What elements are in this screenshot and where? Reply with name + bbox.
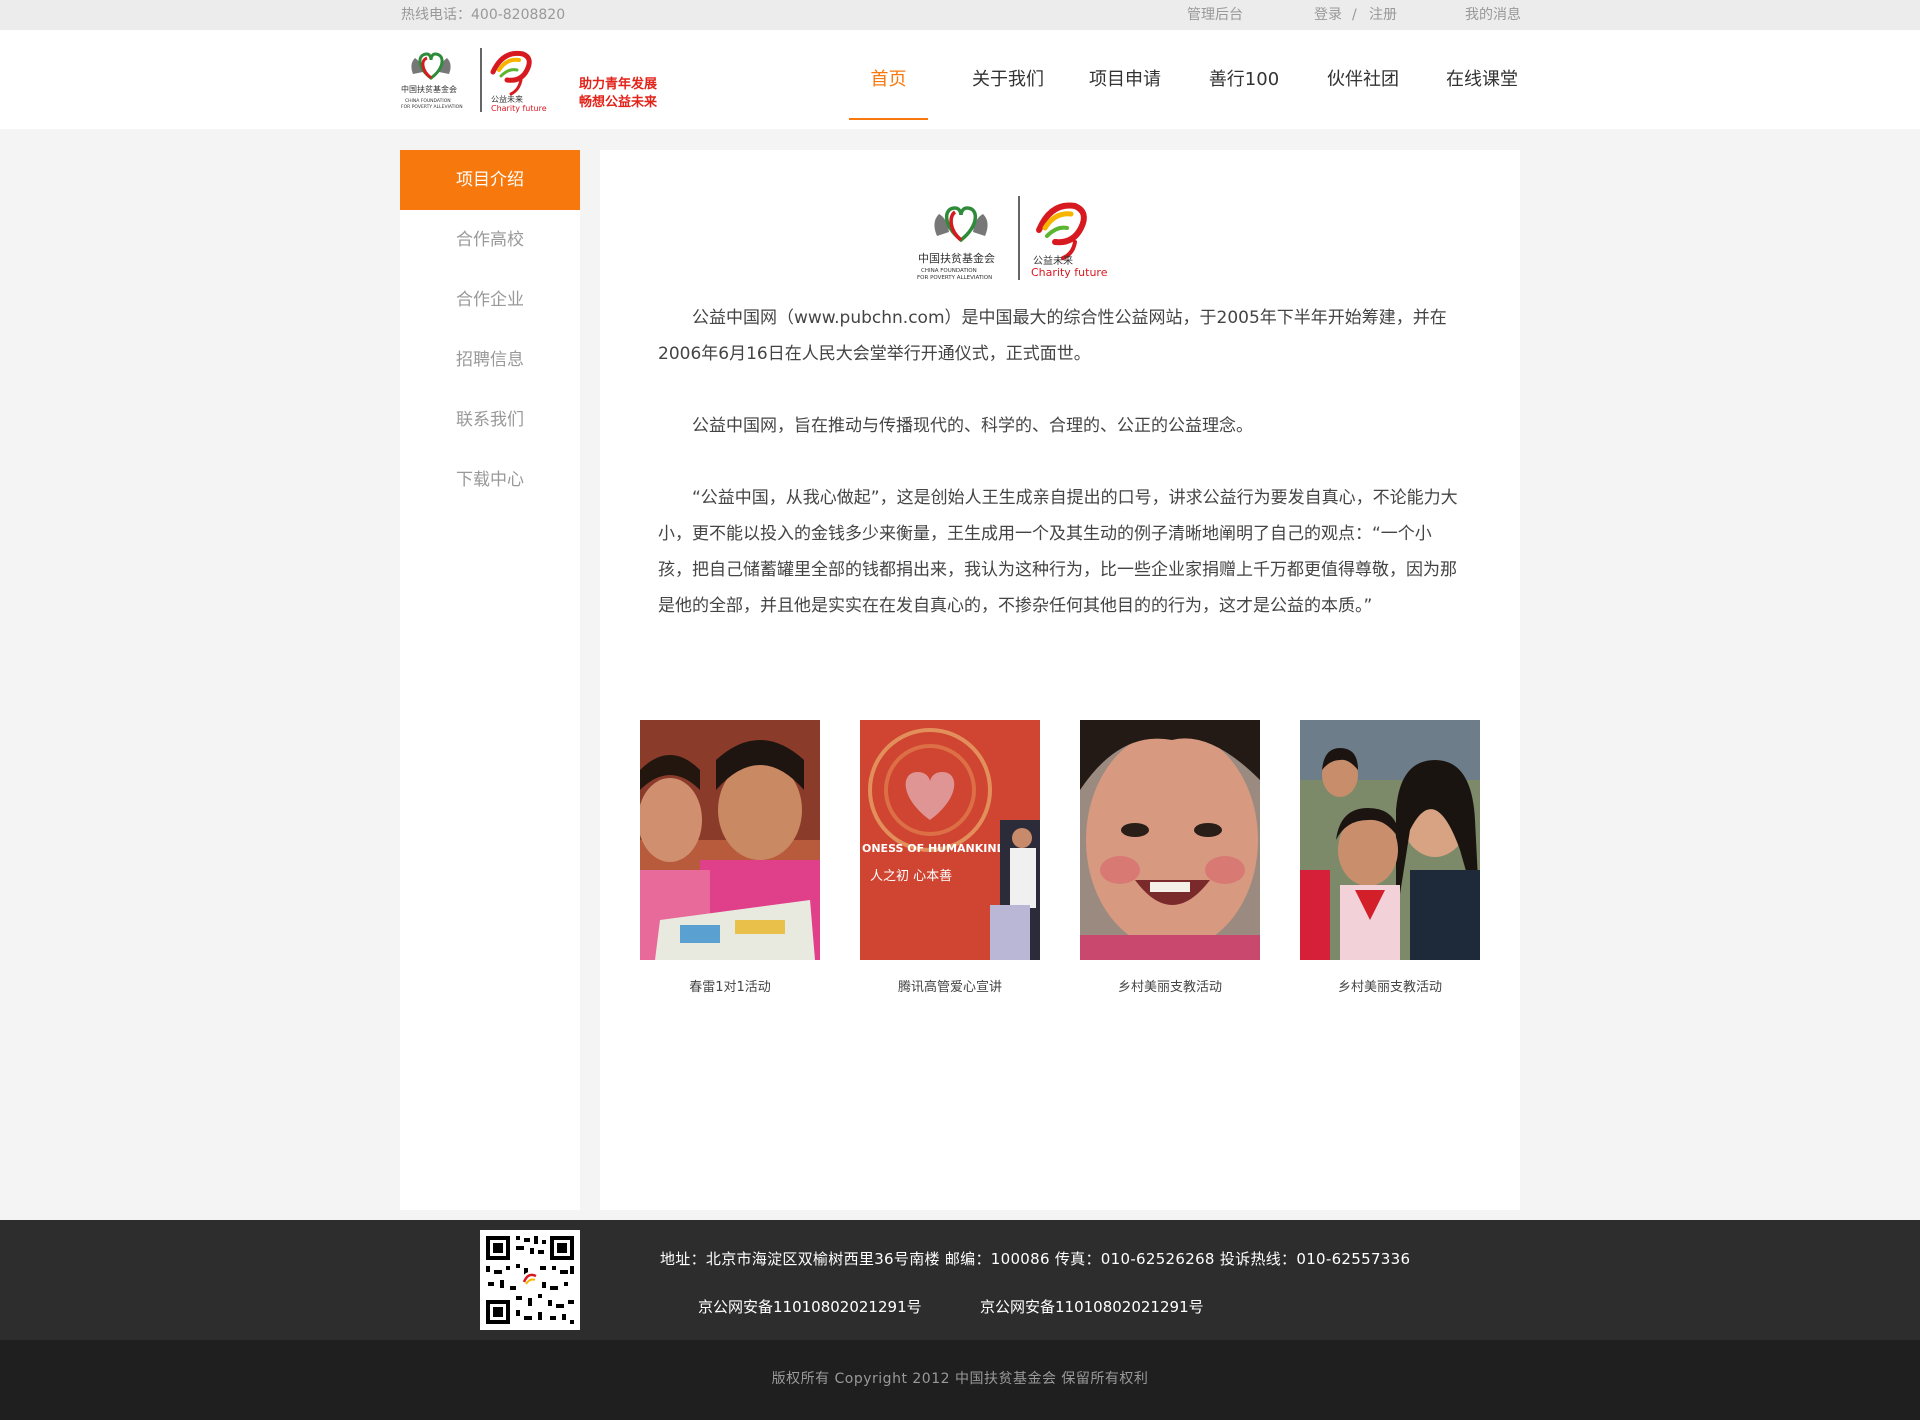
footer-address: 地址：北京市海淀区双榆树西里36号南楼 邮编：100086 传真：010-625… <box>660 1250 1411 1268</box>
site-footer: 地址：北京市海淀区双榆树西里36号南楼 邮编：100086 传真：010-625… <box>0 1220 1920 1340</box>
content-logo-org-en-1: CHINA FOUNDATION <box>921 268 977 274</box>
stage-sign-text-2: 人之初 心本善 <box>870 868 952 884</box>
sidebar-item-intro[interactable]: 项目介绍 <box>400 150 580 210</box>
logo-brand-en: Charity future <box>491 104 547 113</box>
copyright-text: 版权所有 Copyright 2012 中国扶贫基金会 保留所有权利 <box>771 1371 1149 1387</box>
sidebar-item-companies[interactable]: 合作企业 <box>400 270 580 330</box>
photo-smiling-child[interactable] <box>1080 720 1260 960</box>
sidebar: 项目介绍 合作高校 合作企业 招聘信息 联系我们 下载中心 <box>400 150 580 1210</box>
footer-icp-2[interactable]: 京公网安备11010802021291号 <box>980 1296 1204 1317</box>
photo-caption-2: 腾讯高管爱心宣讲 <box>897 980 1002 995</box>
photo-caption-4: 乡村美丽支教活动 <box>1337 980 1442 995</box>
charity-future-icon <box>490 50 532 96</box>
content-logo-brand-en: Charity future <box>1031 266 1108 279</box>
copyright-bar: 版权所有 Copyright 2012 中国扶贫基金会 保留所有权利 <box>0 1340 1920 1420</box>
sidebar-item-contact[interactable]: 联系我们 <box>400 390 580 450</box>
hotline-text: 热线电话：400-8208820 <box>401 7 566 23</box>
nav-online-class[interactable]: 在线课堂 <box>1442 30 1522 129</box>
nav-charity100[interactable]: 善行100 <box>1204 30 1284 129</box>
sidebar-item-universities[interactable]: 合作高校 <box>400 210 580 270</box>
content-logo-org-cn: 中国扶贫基金会 <box>918 251 995 265</box>
sidebar-item-downloads[interactable]: 下载中心 <box>400 450 580 510</box>
photo-caption-3: 乡村美丽支教活动 <box>1117 980 1222 995</box>
cfpa-heart-icon <box>934 206 988 243</box>
intro-paragraph-2: 公益中国网，旨在推动与传播现代的、科学的、合理的、公正的公益理念。 <box>692 416 1253 436</box>
footer-icp-1[interactable]: 京公网安备11010802021291号 <box>698 1296 922 1317</box>
intro-paragraph-1: 公益中国网（www.pubchn.com）是中国最大的综合性公益网站，于2005… <box>658 308 1447 364</box>
login-register-divider: / <box>1352 7 1357 23</box>
sidebar-item-jobs[interactable]: 招聘信息 <box>400 330 580 390</box>
nav-home[interactable]: 首页 <box>849 30 928 129</box>
logo-slogan-1: 助力青年发展 <box>579 76 658 92</box>
content-logo: 中国扶贫基金会 CHINA FOUNDATION FOR POVERTY ALL… <box>917 196 1108 281</box>
charity-future-icon <box>1036 202 1087 260</box>
intro-paragraph-3: “公益中国，从我心做起”，这是创始人王生成亲自提出的口号，讲求公益行为要发自真心… <box>658 488 1458 616</box>
photo-girls-reading[interactable] <box>640 720 820 960</box>
site-logo[interactable]: 中国扶贫基金会 CHINA FOUNDATION FOR POVERTY ALL… <box>399 44 671 116</box>
site-header: 中国扶贫基金会 CHINA FOUNDATION FOR POVERTY ALL… <box>0 30 1920 129</box>
nav-apply[interactable]: 项目申请 <box>1085 30 1165 129</box>
logo-org-en-1: CHINA FOUNDATION <box>405 98 451 104</box>
cfpa-heart-icon <box>411 52 451 80</box>
admin-link[interactable]: 管理后台 <box>1187 0 1243 30</box>
main-content: 中国扶贫基金会 CHINA FOUNDATION FOR POVERTY ALL… <box>600 150 1520 1210</box>
stage-sign-text-1: ONESS OF HUMANKIND <box>862 842 1006 855</box>
logo-slogan-2: 畅想公益未来 <box>579 94 658 110</box>
photo-stage-heart[interactable]: ONESS OF HUMANKIND 人之初 心本善 <box>860 720 1040 960</box>
photo-teacher-children[interactable] <box>1300 720 1480 960</box>
qr-code-icon <box>480 1230 580 1330</box>
photo-caption-1: 春雷1对1活动 <box>689 980 771 995</box>
logo-brand-cn: 公益未来 <box>491 94 523 104</box>
logo-org-en-2: FOR POVERTY ALLEVIATION <box>401 104 463 110</box>
content-logo-org-en-2: FOR POVERTY ALLEVIATION <box>917 275 992 281</box>
top-bar: 热线电话：400-8208820 管理后台 登录 / 注册 我的消息 <box>0 0 1920 30</box>
messages-link[interactable]: 我的消息 <box>1465 0 1521 30</box>
logo-org-cn: 中国扶贫基金会 <box>401 84 457 94</box>
nav-partners[interactable]: 伙伴社团 <box>1323 30 1403 129</box>
register-link[interactable]: 注册 <box>1369 0 1397 30</box>
nav-about[interactable]: 关于我们 <box>966 30 1050 129</box>
login-link[interactable]: 登录 <box>1314 0 1342 30</box>
